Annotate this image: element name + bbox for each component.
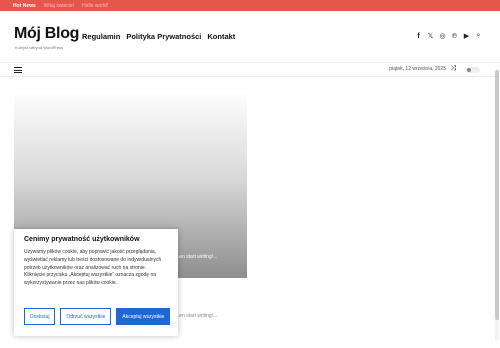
- cookie-title: Cenimy prywatność użytkowników: [24, 236, 140, 243]
- cookie-consent-dialog: Cenimy prywatność użytkowników Używamy p…: [14, 229, 178, 336]
- site-logo[interactable]: Mój Blog: [14, 25, 79, 43]
- news-item[interactable]: Witaj świecie!: [44, 3, 74, 9]
- accept-all-button[interactable]: Akceptuj wszystkie: [116, 308, 171, 325]
- main-menu: Regulamin Polityka Prywatności Kontakt: [82, 32, 235, 41]
- pinterest-icon[interactable]: ℗: [451, 33, 458, 40]
- customize-button[interactable]: Dostosuj: [24, 308, 56, 325]
- hamburger-menu-icon[interactable]: [14, 67, 22, 73]
- current-date: piątek, 12 września, 2025: [389, 66, 446, 72]
- cookie-buttons: Dostosuj Odrzuć wszystkie Akceptuj wszys…: [24, 308, 171, 325]
- social-icons: f 𝕏 ◎ ℗ ▶ ⌕: [415, 32, 482, 40]
- cookie-body: Używamy plików cookie, aby poprawić jako…: [24, 249, 162, 286]
- menu-item-privacy[interactable]: Polityka Prywatności: [126, 32, 201, 41]
- post-excerpt: ...en start writing!...: [175, 254, 218, 260]
- dark-mode-toggle[interactable]: [466, 67, 480, 73]
- facebook-icon[interactable]: f: [415, 33, 422, 40]
- post-excerpt: ...en start writing!...: [175, 313, 218, 319]
- site-header: Mój Blog Kolejna witryna WordPress Regul…: [0, 11, 500, 63]
- reject-all-button[interactable]: Odrzuć wszystkie: [60, 308, 112, 325]
- instagram-icon[interactable]: ◎: [439, 32, 446, 40]
- scrollbar-thumb[interactable]: [495, 70, 499, 320]
- news-item[interactable]: Hello world!: [82, 3, 108, 9]
- scrollbar[interactable]: [495, 70, 499, 340]
- sub-header-bar: piątek, 12 września, 2025 ⤨: [0, 63, 500, 77]
- youtube-icon[interactable]: ▶: [463, 32, 470, 40]
- search-icon[interactable]: ⌕: [475, 32, 482, 40]
- top-news-bar: Hot News Witaj świecie! Hello world!: [0, 0, 500, 11]
- shuffle-icon[interactable]: ⤨: [450, 65, 456, 73]
- hot-news-label: Hot News: [13, 2, 36, 9]
- site-tagline: Kolejna witryna WordPress: [15, 45, 63, 50]
- menu-item-contact[interactable]: Kontakt: [207, 32, 235, 41]
- x-icon[interactable]: 𝕏: [427, 32, 434, 40]
- menu-item-regulamin[interactable]: Regulamin: [82, 32, 120, 41]
